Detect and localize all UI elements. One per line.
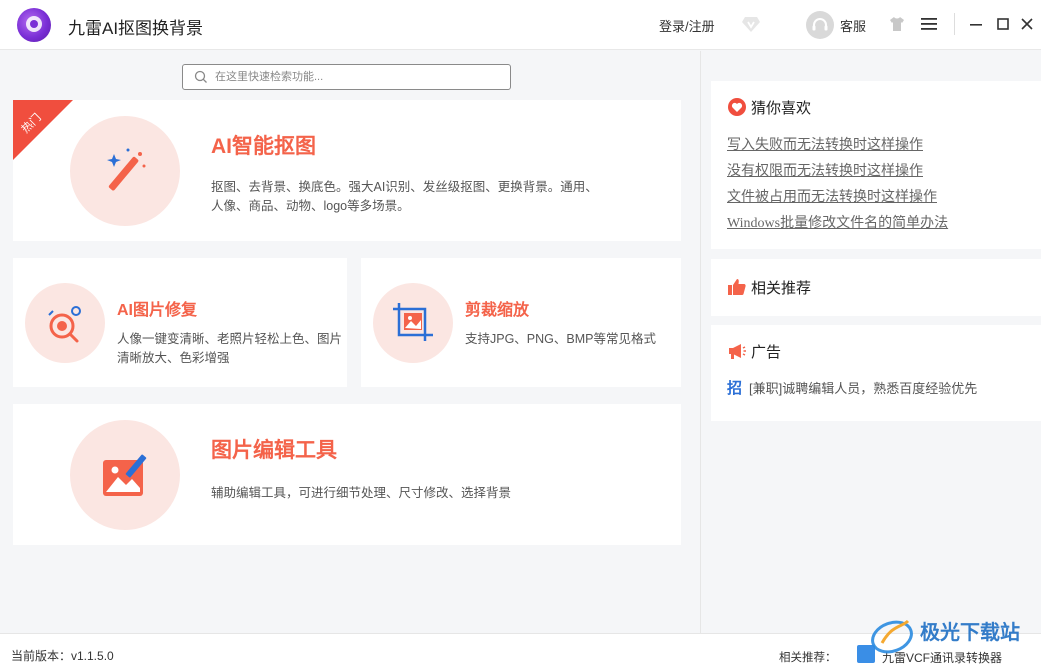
heart-icon <box>728 98 746 116</box>
feature-icon-circle <box>70 420 180 530</box>
crop-icon <box>393 303 433 341</box>
login-register-link[interactable]: 登录/注册 <box>659 16 715 35</box>
ad-text: [兼职]诚聘编辑人员，熟悉百度经验优先 <box>749 381 978 396</box>
vip-diamond-icon[interactable] <box>741 14 761 34</box>
feature-icon-circle <box>70 116 180 226</box>
feature-description: 抠图、去背景、换底色。强大AI识别、发丝级抠图、更换背景。通用、人像、商品、动物… <box>211 180 598 213</box>
recruit-icon: 招 <box>727 380 743 397</box>
panel-title: 猜你喜欢 <box>751 100 812 117</box>
right-sidebar: 猜你喜欢 写入失败而无法转换时这样操作 没有权限而无法转换时这样操作 文件被占用… <box>702 51 1041 633</box>
feature-card-image-editor[interactable]: 图片编辑工具 辅助编辑工具，可进行细节处理、尺寸修改、选择背景 <box>13 404 681 545</box>
watermark-text: 极光下载站 <box>920 620 1020 644</box>
feature-description: 支持JPG、PNG、BMP等常见格式 <box>465 332 656 346</box>
guess-you-like-panel: 猜你喜欢 写入失败而无法转换时这样操作 没有权限而无法转换时这样操作 文件被占用… <box>711 81 1041 249</box>
main-panel: 热门 AI智能抠图 抠图、去背景、换底色。强大AI识别、发丝级抠图、更换背景。通… <box>0 51 701 633</box>
feature-card-ai-cutout[interactable]: 热门 AI智能抠图 抠图、去背景、换底色。强大AI识别、发丝级抠图、更换背景。通… <box>13 100 681 241</box>
feature-card-crop-resize[interactable]: 剪裁缩放 支持JPG、PNG、BMP等常见格式 <box>361 258 681 387</box>
related-recommend-panel: 相关推荐 <box>711 259 1041 316</box>
tshirt-skin-icon[interactable] <box>888 15 906 33</box>
hot-badge-label: 热门 <box>19 111 44 136</box>
image-repair-icon <box>48 306 81 343</box>
like-link[interactable]: 没有权限而无法转换时这样操作 <box>727 159 948 185</box>
panel-title: 相关推荐 <box>751 280 812 297</box>
search-icon <box>194 70 207 83</box>
like-link[interactable]: 写入失败而无法转换时这样操作 <box>727 133 948 159</box>
thumbs-up-icon <box>728 279 746 295</box>
app-logo-icon <box>17 8 51 42</box>
feature-title: AI图片修复 <box>117 302 198 319</box>
maximize-icon[interactable] <box>995 15 1011 33</box>
titlebar-divider <box>954 13 955 35</box>
feature-icon-circle <box>373 283 453 363</box>
feature-title: 剪裁缩放 <box>465 302 530 319</box>
version-label: 当前版本：v1.1.5.0 <box>11 649 114 663</box>
minimize-icon[interactable] <box>968 15 984 33</box>
ad-panel: 广告 招 [兼职]诚聘编辑人员，熟悉百度经验优先 <box>711 325 1041 421</box>
guess-you-like-links: 写入失败而无法转换时这样操作 没有权限而无法转换时这样操作 文件被占用而无法转换… <box>727 133 948 237</box>
search-input[interactable] <box>215 68 505 86</box>
search-box[interactable] <box>182 64 511 90</box>
feature-title: 图片编辑工具 <box>211 439 337 462</box>
headset-icon[interactable] <box>806 11 834 39</box>
feature-icon-circle <box>25 283 105 363</box>
customer-service-label[interactable]: 客服 <box>840 16 866 35</box>
watermark-logo: 极光下载站 <box>871 619 1020 654</box>
magic-wand-icon <box>107 148 146 191</box>
like-link[interactable]: 文件被占用而无法转换时这样操作 <box>727 185 948 211</box>
feature-card-ai-repair[interactable]: AI图片修复 人像一键变清晰、老照片轻松上色、图片清晰放大、色彩增强 <box>13 258 347 387</box>
app-title: 九雷AI抠图换背景 <box>68 19 204 38</box>
hot-ribbon: 热门 <box>13 100 73 160</box>
panel-title: 广告 <box>751 344 782 361</box>
image-edit-icon <box>103 454 147 496</box>
megaphone-icon <box>729 344 746 359</box>
feature-title: AI智能抠图 <box>211 135 316 158</box>
like-link[interactable]: Windows批量修改文件名的简单办法 <box>727 211 948 237</box>
related-recommend-label: 相关推荐： <box>779 652 837 664</box>
feature-description: 人像一键变清晰、老照片轻松上色、图片清晰放大、色彩增强 <box>117 332 343 365</box>
menu-icon[interactable] <box>920 15 938 33</box>
ad-link[interactable]: 招 [兼职]诚聘编辑人员，熟悉百度经验优先 <box>727 377 977 398</box>
close-icon[interactable] <box>1019 15 1035 33</box>
title-bar: 九雷AI抠图换背景 登录/注册 客服 <box>0 0 1041 50</box>
feature-description: 辅助编辑工具，可进行细节处理、尺寸修改、选择背景 <box>211 486 512 500</box>
